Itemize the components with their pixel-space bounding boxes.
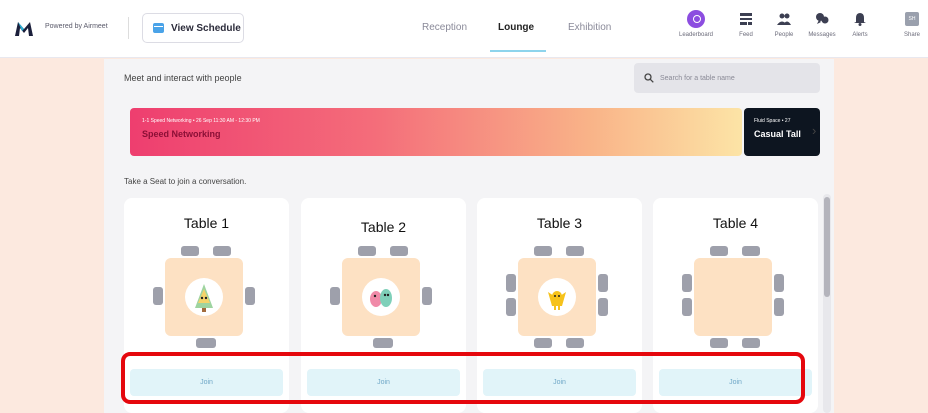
share-icon: SH <box>905 12 919 26</box>
seat[interactable] <box>506 298 516 316</box>
seat[interactable] <box>774 274 784 292</box>
seat[interactable] <box>710 338 728 348</box>
top-bar: Powered by Airmeet View Schedule Recepti… <box>0 0 928 58</box>
seat[interactable] <box>196 338 216 348</box>
search-placeholder: Search for a table name <box>660 74 735 82</box>
seat[interactable] <box>506 274 516 292</box>
yellow-character-avatar-icon <box>538 278 576 316</box>
active-tab-indicator <box>490 50 546 52</box>
share-button[interactable]: SH Share <box>897 12 927 38</box>
airmeet-logo-icon <box>15 22 33 36</box>
table-name: Table 3 <box>536 215 583 231</box>
feed-icon <box>740 13 752 25</box>
seat[interactable] <box>682 298 692 316</box>
seat[interactable] <box>330 287 340 305</box>
tab-exhibition[interactable]: Exhibition <box>568 22 611 33</box>
seat[interactable] <box>598 274 608 292</box>
table-name: Table 2 <box>360 219 407 235</box>
banner-title: Speed Networking <box>142 129 221 139</box>
lounge-intro-text: Meet and interact with people <box>124 73 242 83</box>
messages-icon <box>816 13 829 24</box>
leaderboard-label: Leaderboard <box>678 32 714 38</box>
banner2-title: Casual Tall <box>754 129 801 139</box>
seat[interactable] <box>682 274 692 292</box>
banner2-meta: Fluid Space • 27 <box>754 118 791 124</box>
divider <box>128 17 129 39</box>
table-name: Table 4 <box>712 215 759 231</box>
view-schedule-label: View Schedule <box>171 22 241 34</box>
tree-avatar-icon <box>185 278 223 316</box>
trophy-icon <box>687 10 705 28</box>
seat[interactable] <box>153 287 163 305</box>
seat[interactable] <box>390 246 408 256</box>
messages-button[interactable]: Messages <box>802 12 842 38</box>
people-button[interactable]: People <box>764 12 804 38</box>
people-label: People <box>774 32 794 38</box>
page-background: Powered by Airmeet View Schedule Recepti… <box>0 0 928 413</box>
seat[interactable] <box>566 338 584 348</box>
seat[interactable] <box>710 246 728 256</box>
table-search-input[interactable]: Search for a table name <box>634 63 820 93</box>
seat[interactable] <box>742 246 760 256</box>
take-seat-text: Take a Seat to join a conversation. <box>124 177 247 186</box>
seat[interactable] <box>213 246 231 256</box>
alerts-button[interactable]: Alerts <box>840 12 880 38</box>
seat[interactable] <box>774 298 784 316</box>
tab-lounge[interactable]: Lounge <box>498 22 534 33</box>
seat[interactable] <box>598 298 608 316</box>
share-label: Share <box>903 32 920 38</box>
seat[interactable] <box>245 287 255 305</box>
tab-reception[interactable]: Reception <box>422 22 467 33</box>
seat[interactable] <box>742 338 760 348</box>
seat[interactable] <box>566 246 584 256</box>
fluid-space-banner[interactable]: Fluid Space • 27 Casual Tall <box>744 108 820 156</box>
table-name: Table 1 <box>183 215 230 231</box>
leaderboard-button[interactable]: Leaderboard <box>676 10 716 38</box>
bell-icon <box>854 13 866 26</box>
powered-by-label: Powered by Airmeet <box>45 23 108 30</box>
seat[interactable] <box>534 246 552 256</box>
scrollbar-thumb[interactable] <box>824 197 830 297</box>
feed-button[interactable]: Feed <box>726 12 766 38</box>
calendar-icon <box>153 23 164 33</box>
messages-label: Messages <box>808 32 836 38</box>
people-icon <box>777 13 791 25</box>
alerts-label: Alerts <box>852 32 868 38</box>
seat[interactable] <box>358 246 376 256</box>
chevron-right-icon[interactable]: › <box>812 123 816 138</box>
view-schedule-button[interactable]: View Schedule <box>142 13 244 43</box>
seat[interactable] <box>422 287 432 305</box>
speed-networking-banner[interactable]: 1-1 Speed Networking • 26 Sep 11:30 AM -… <box>130 108 742 156</box>
table-surface <box>694 258 772 336</box>
join-buttons-highlight <box>121 352 805 404</box>
seat[interactable] <box>181 246 199 256</box>
search-icon <box>644 73 654 83</box>
seat[interactable] <box>373 338 393 348</box>
banner-meta: 1-1 Speed Networking • 26 Sep 11:30 AM -… <box>142 118 260 124</box>
monsters-avatar-icon <box>362 278 400 316</box>
feed-label: Feed <box>739 32 753 38</box>
seat[interactable] <box>534 338 552 348</box>
